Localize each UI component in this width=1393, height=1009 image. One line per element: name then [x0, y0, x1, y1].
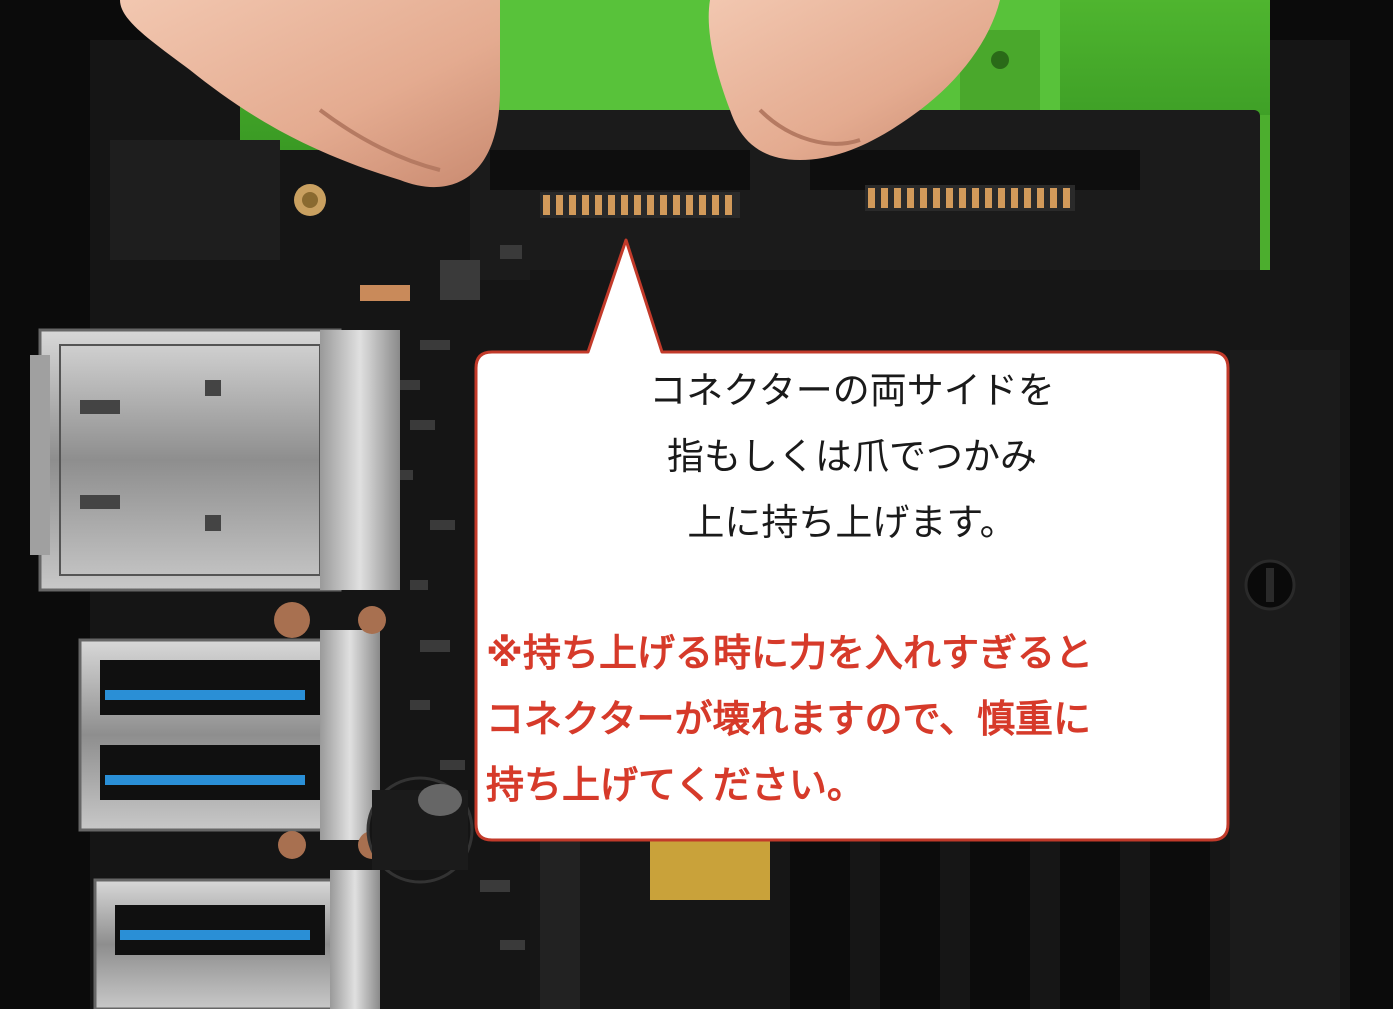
cam1-connector-pins: [865, 185, 1075, 211]
warning-line-3: 持ち上げてください。: [486, 763, 865, 807]
instruction-line-2: 指もしくは爪でつかみ: [667, 435, 1037, 478]
instruction-line-3: 上に持ち上げます。: [687, 501, 1017, 544]
usb-port-1: [78, 630, 380, 840]
callout-text: コネクターの両サイドを 指もしくは爪でつかみ 上に持ち上げます。 ※持ち上げる時…: [476, 352, 1228, 840]
warning-line-2: コネクターが壊れますので、慎重に: [486, 697, 1091, 741]
cam0-connector-pins: [540, 192, 740, 218]
capacitor: [366, 776, 474, 884]
display-port: [30, 328, 400, 592]
warning-line-1: ※持ち上げる時に力を入れすぎると: [486, 631, 1093, 675]
usb-port-2: [93, 870, 380, 1009]
instruction-line-1: コネクターの両サイドを: [649, 369, 1055, 412]
